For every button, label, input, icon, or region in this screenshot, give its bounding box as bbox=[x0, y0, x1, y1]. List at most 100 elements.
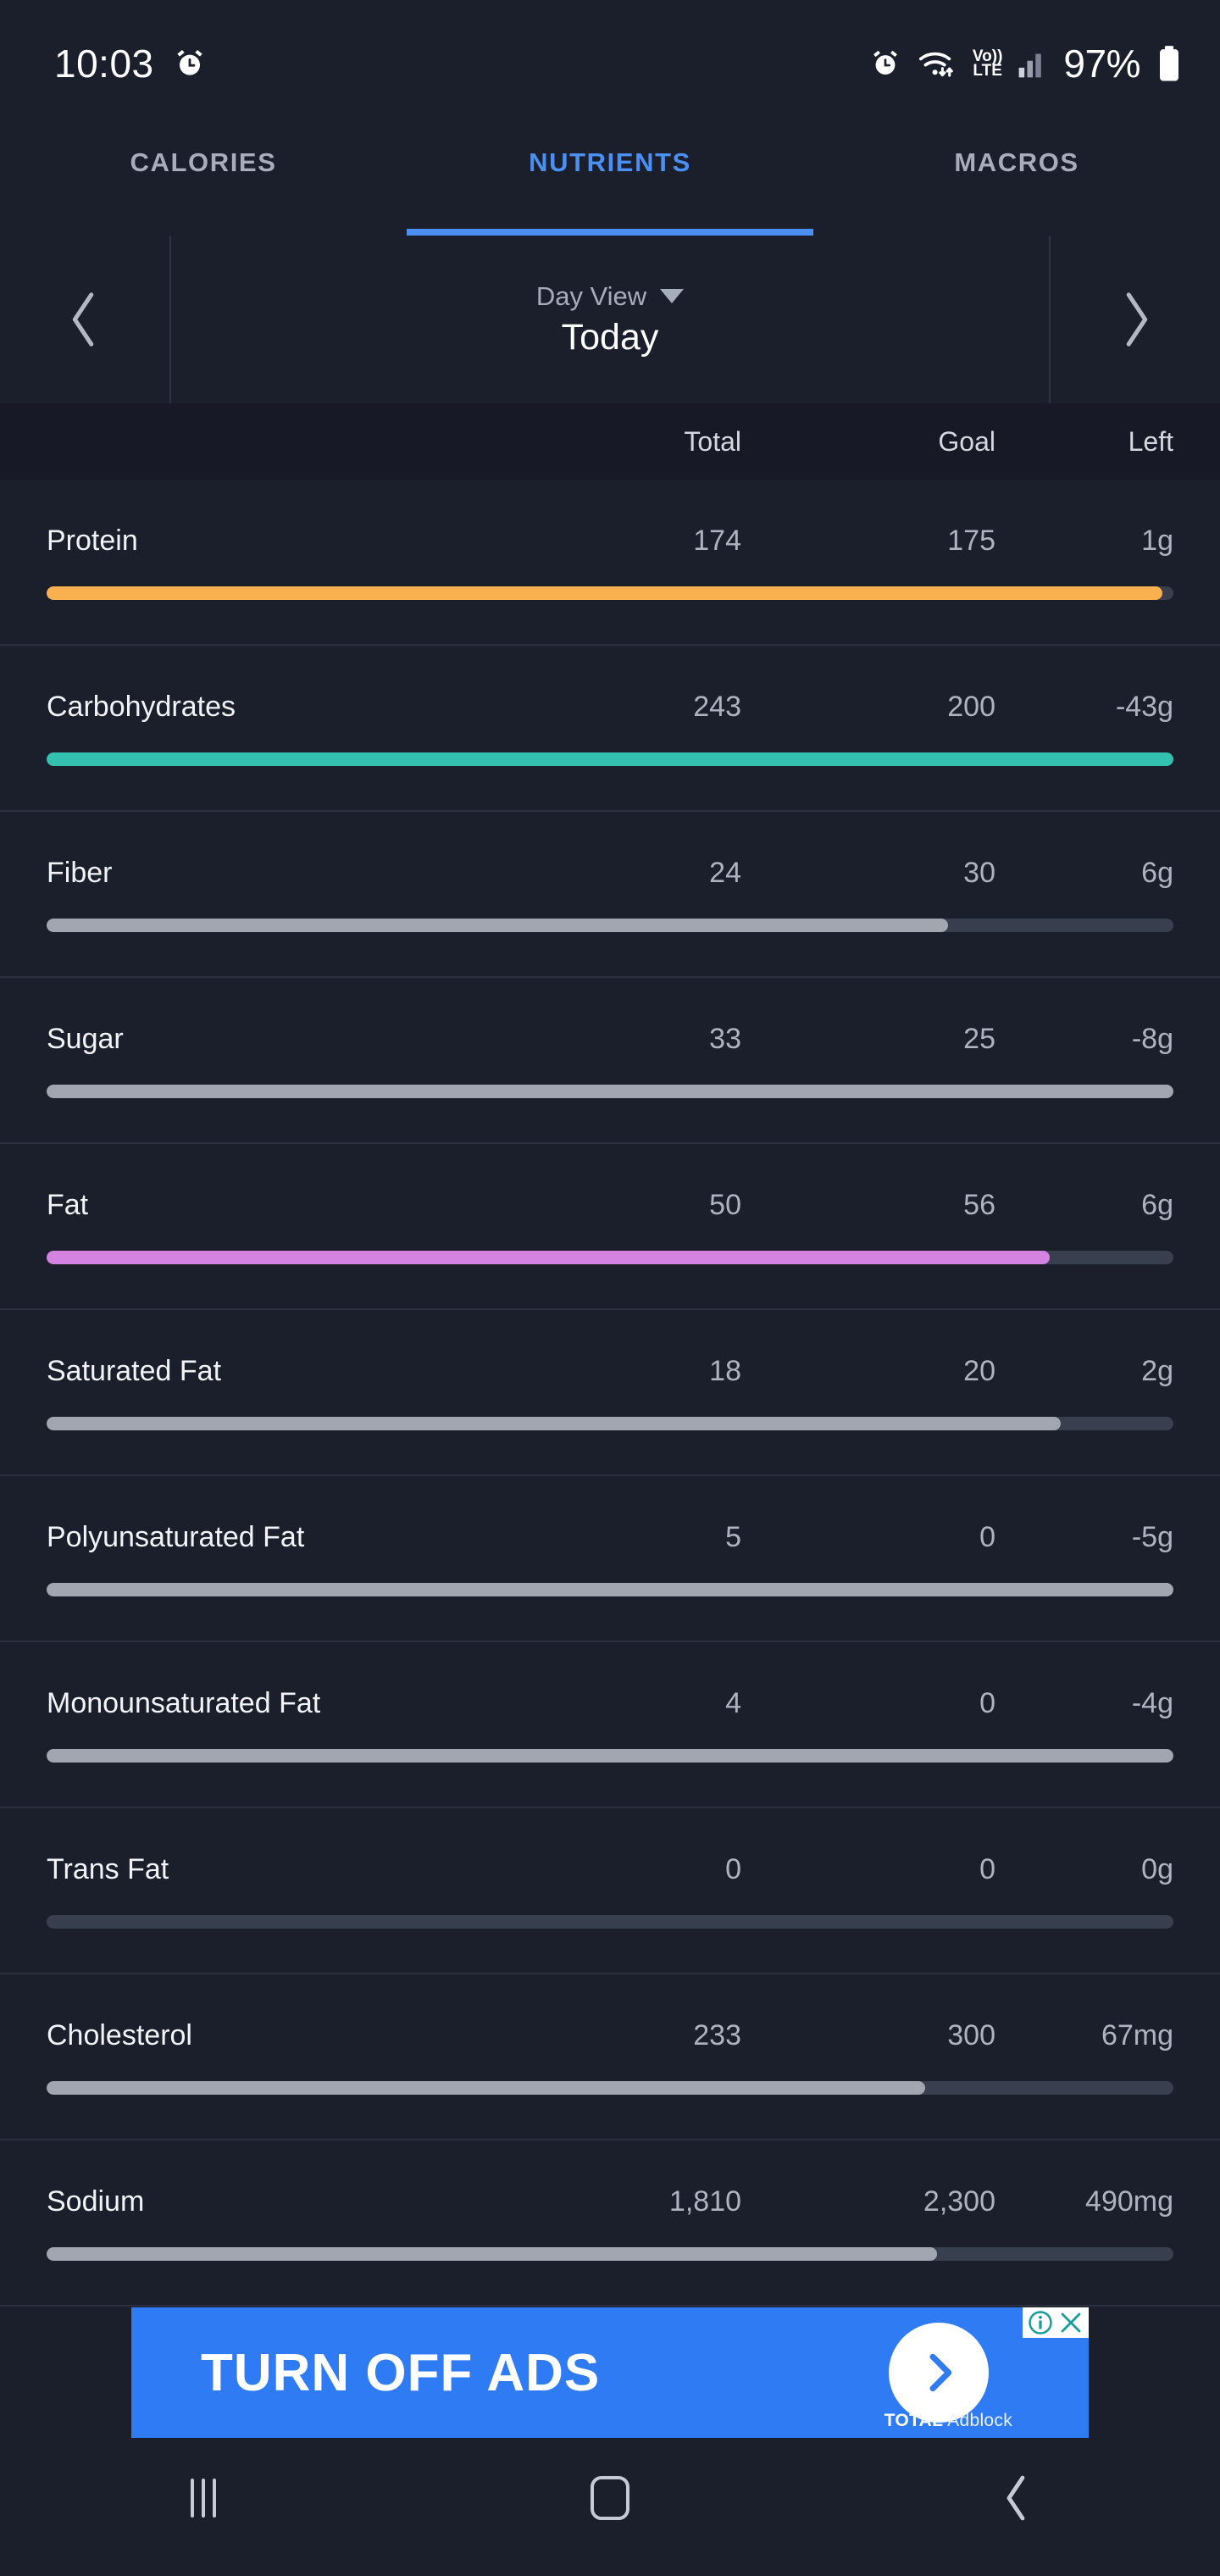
day-view-dropdown[interactable]: Day View bbox=[535, 280, 685, 312]
nutrient-left: -5g bbox=[1131, 1520, 1173, 1553]
nutrient-row-values: Monounsaturated Fat 4 0 -4g bbox=[47, 1687, 1173, 1720]
volte-icon: Vo)) LTE bbox=[973, 47, 1003, 79]
ad-banner[interactable]: TURN OFF ADS TOTAL Adblock bbox=[131, 2307, 1089, 2438]
nutrient-total: 5 bbox=[725, 1520, 741, 1553]
nutrient-row[interactable]: Trans Fat 0 0 0g bbox=[0, 1808, 1220, 1974]
nutrient-goal: 0 bbox=[979, 1686, 995, 1719]
status-bar-left: 10:03 bbox=[54, 41, 207, 86]
nutrient-name: Trans Fat bbox=[47, 1852, 169, 1885]
nutrient-total: 1,810 bbox=[668, 2185, 741, 2218]
ad-brand-bold: TOTAL bbox=[884, 2411, 944, 2430]
wifi-icon bbox=[917, 47, 957, 80]
caret-down-icon bbox=[660, 289, 685, 303]
tab-bar: CALORIES NUTRIENTS MACROS bbox=[0, 127, 1220, 236]
nutrient-name: Monounsaturated Fat bbox=[47, 1686, 321, 1719]
active-tab-indicator bbox=[407, 229, 813, 236]
nutrient-left: 490mg bbox=[1085, 2185, 1173, 2218]
nutrient-progress-track bbox=[47, 2246, 1173, 2261]
nutrient-left: 6g bbox=[1141, 856, 1173, 889]
nutrient-left: 67mg bbox=[1101, 2018, 1173, 2051]
day-view-label: Day View bbox=[535, 280, 647, 311]
nutrient-total: 33 bbox=[709, 1022, 741, 1055]
nutrient-total: 243 bbox=[693, 690, 741, 723]
nutrient-row-values: Fat 50 56 6g bbox=[47, 1189, 1173, 1222]
close-icon[interactable] bbox=[1058, 2310, 1084, 2335]
previous-day-button[interactable] bbox=[0, 236, 169, 403]
tab-macros[interactable]: MACROS bbox=[813, 127, 1220, 236]
nutrient-total: 4 bbox=[725, 1686, 741, 1719]
nutrient-progress-track bbox=[47, 1582, 1173, 1596]
next-day-button[interactable] bbox=[1051, 236, 1220, 403]
nutrient-progress-track bbox=[47, 586, 1173, 600]
recents-icon bbox=[191, 2479, 216, 2518]
nutrient-row-values: Sodium 1,810 2,300 490mg bbox=[47, 2185, 1173, 2218]
recents-button[interactable] bbox=[0, 2479, 407, 2518]
day-selector[interactable]: Day View Today bbox=[169, 236, 1051, 403]
status-bar: 10:03 Vo)) LTE 97% bbox=[0, 0, 1220, 127]
nutrient-name: Protein bbox=[47, 524, 138, 557]
back-button[interactable] bbox=[813, 2474, 1220, 2522]
nutrient-row[interactable]: Sodium 1,810 2,300 490mg bbox=[0, 2140, 1220, 2307]
nutrient-progress-fill bbox=[47, 2246, 937, 2261]
nutrient-goal: 2,300 bbox=[923, 2185, 995, 2218]
tab-calories[interactable]: CALORIES bbox=[0, 127, 407, 236]
nutrient-total: 18 bbox=[709, 1354, 741, 1387]
nutrient-goal: 56 bbox=[963, 1188, 995, 1221]
info-icon[interactable] bbox=[1028, 2310, 1053, 2335]
nutrient-goal: 200 bbox=[947, 690, 995, 723]
nutrient-progress-track bbox=[47, 1416, 1173, 1430]
column-header-goal: Goal bbox=[938, 425, 995, 457]
tab-nutrients[interactable]: NUTRIENTS bbox=[407, 127, 813, 236]
nutrient-row[interactable]: Saturated Fat 18 20 2g bbox=[0, 1310, 1220, 1476]
nutrient-goal: 0 bbox=[979, 1852, 995, 1885]
nutrient-row[interactable]: Fat 50 56 6g bbox=[0, 1144, 1220, 1310]
nutrient-progress-fill bbox=[47, 1250, 1050, 1264]
ad-badges bbox=[1023, 2307, 1089, 2338]
status-bar-right: Vo)) LTE 97% bbox=[869, 41, 1183, 86]
nutrient-total: 0 bbox=[725, 1852, 741, 1885]
nutrient-row-values: Polyunsaturated Fat 5 0 -5g bbox=[47, 1521, 1173, 1554]
ad-brand-label: TOTAL Adblock bbox=[884, 2411, 1012, 2431]
nutrient-row-values: Saturated Fat 18 20 2g bbox=[47, 1355, 1173, 1388]
nutrient-goal: 25 bbox=[963, 1022, 995, 1055]
nutrient-row[interactable]: Protein 174 175 1g bbox=[0, 480, 1220, 646]
nutrient-name: Sodium bbox=[47, 2185, 145, 2218]
nutrient-left: 6g bbox=[1141, 1188, 1173, 1221]
nutrient-name: Carbohydrates bbox=[47, 690, 236, 723]
nutrient-progress-fill bbox=[47, 918, 948, 932]
nutrient-left: -8g bbox=[1131, 1022, 1173, 1055]
current-day-title: Today bbox=[561, 316, 659, 358]
back-icon bbox=[1006, 2475, 1025, 2521]
nutrient-progress-track bbox=[47, 918, 1173, 932]
alarm-icon bbox=[173, 47, 207, 80]
nutrient-progress-track bbox=[47, 1914, 1173, 1929]
nutrient-left: -4g bbox=[1131, 1686, 1173, 1719]
nutrient-progress-track bbox=[47, 1748, 1173, 1763]
battery-percent: 97% bbox=[1063, 42, 1140, 86]
nutrient-goal: 20 bbox=[963, 1354, 995, 1387]
nutrient-row-values: Fiber 24 30 6g bbox=[47, 857, 1173, 890]
nutrient-name: Fat bbox=[47, 1188, 89, 1221]
nutrient-row-values: Protein 174 175 1g bbox=[47, 525, 1173, 558]
column-header-total: Total bbox=[684, 425, 741, 457]
nutrient-row-values: Trans Fat 0 0 0g bbox=[47, 1853, 1173, 1886]
nutrient-row[interactable]: Polyunsaturated Fat 5 0 -5g bbox=[0, 1476, 1220, 1642]
ad-cta-button[interactable] bbox=[889, 2323, 989, 2423]
nutrient-row[interactable]: Sugar 33 25 -8g bbox=[0, 978, 1220, 1144]
nutrient-row[interactable]: Fiber 24 30 6g bbox=[0, 812, 1220, 978]
home-button[interactable] bbox=[407, 2476, 813, 2520]
nutrient-name: Sugar bbox=[47, 1022, 124, 1055]
ad-headline: TURN OFF ADS bbox=[201, 2343, 601, 2402]
alarm-icon bbox=[869, 47, 901, 80]
nutrient-row[interactable]: Cholesterol 233 300 67mg bbox=[0, 1974, 1220, 2140]
nutrient-name: Saturated Fat bbox=[47, 1354, 222, 1387]
android-nav-bar bbox=[0, 2439, 1220, 2557]
nutrient-left: 2g bbox=[1141, 1354, 1173, 1387]
nutrient-total: 233 bbox=[693, 2018, 741, 2051]
nutrient-row[interactable]: Monounsaturated Fat 4 0 -4g bbox=[0, 1642, 1220, 1808]
nutrient-progress-fill bbox=[47, 1084, 1173, 1098]
nutrient-goal: 30 bbox=[963, 856, 995, 889]
nutrient-row[interactable]: Carbohydrates 243 200 -43g bbox=[0, 646, 1220, 812]
ad-brand-rest: Adblock bbox=[943, 2411, 1012, 2430]
nutrient-goal: 175 bbox=[947, 524, 995, 557]
